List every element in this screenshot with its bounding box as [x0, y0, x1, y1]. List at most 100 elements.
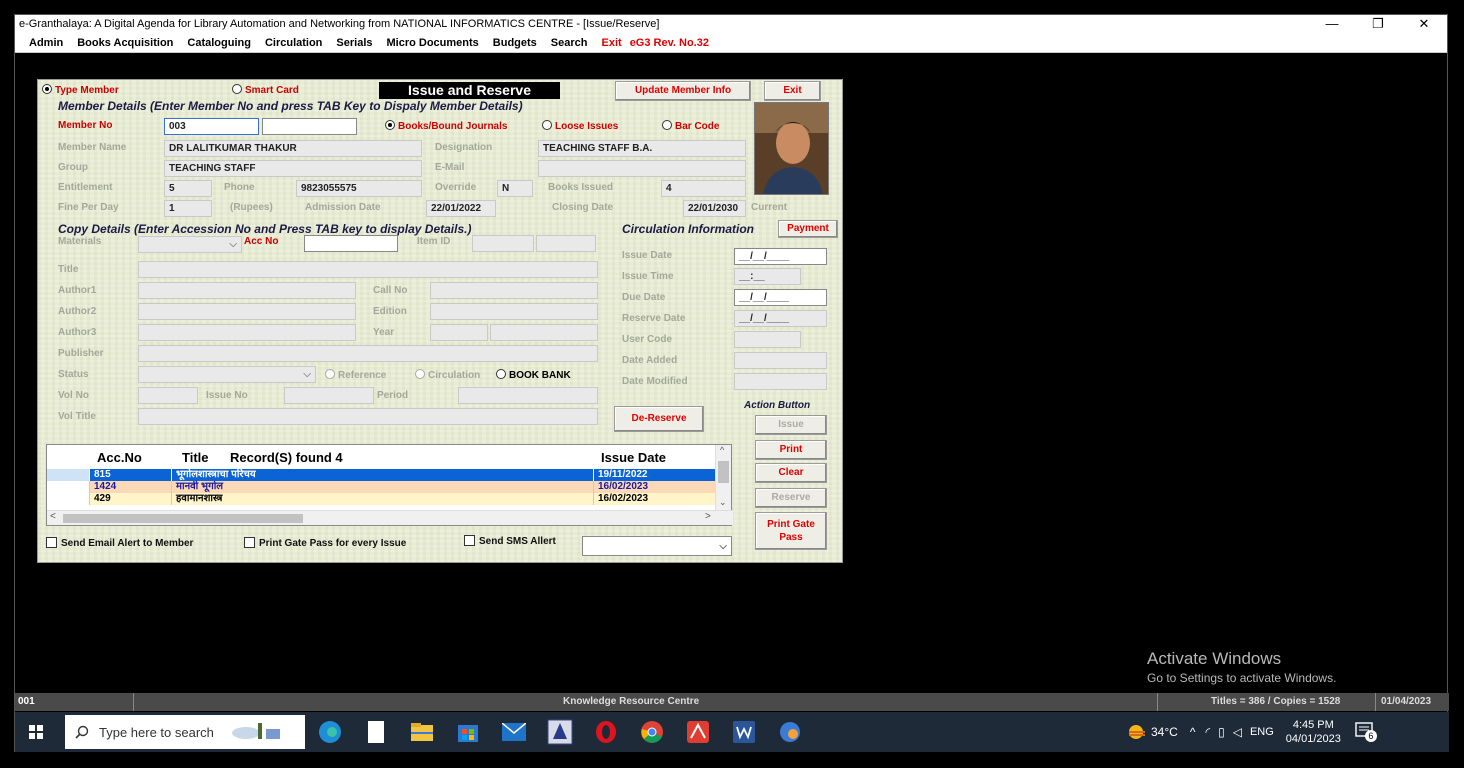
- type-member-option[interactable]: Type Member: [42, 84, 119, 96]
- minimize-button[interactable]: —: [1309, 15, 1355, 33]
- scroll-left-icon[interactable]: <: [50, 511, 56, 522]
- menu-search[interactable]: Search: [551, 37, 588, 49]
- update-member-info-button[interactable]: Update Member Info: [615, 81, 751, 101]
- weather-icon[interactable]: [1127, 723, 1147, 741]
- scroll-down-icon[interactable]: ⌄: [719, 497, 727, 508]
- sms-select[interactable]: ⌵: [582, 536, 732, 556]
- restore-button[interactable]: ❐: [1355, 15, 1401, 33]
- status-select[interactable]: ⌵: [138, 366, 316, 383]
- scroll-right-icon[interactable]: >: [705, 511, 711, 522]
- row-selector[interactable]: [47, 469, 89, 481]
- print-gate-pass-button[interactable]: Print Gate Pass: [755, 512, 827, 550]
- document-icon[interactable]: [359, 715, 393, 749]
- revision-label: eG3 Rev. No.32: [629, 36, 709, 49]
- edge-icon[interactable]: [313, 715, 347, 749]
- print-button[interactable]: Print: [755, 440, 827, 460]
- issue-time-field: __:__: [734, 268, 801, 285]
- close-button[interactable]: ✕: [1401, 15, 1447, 33]
- menu-budgets[interactable]: Budgets: [493, 37, 537, 49]
- table-row[interactable]: 1424 मानवी भूगोल 16/02/2023: [47, 481, 717, 493]
- table-row[interactable]: 815 भूगोलशास्त्राचा परिचय 19/11/2022: [47, 469, 717, 481]
- date-modified-label: Date Modified: [622, 376, 688, 387]
- reserve-button[interactable]: Reserve: [755, 488, 827, 508]
- bar-code-option[interactable]: Bar Code: [662, 120, 719, 132]
- menu-cataloguing[interactable]: Cataloguing: [187, 37, 251, 49]
- books-bound-journals-option[interactable]: Books/Bound Journals: [385, 120, 507, 132]
- due-date-input[interactable]: __/__/____: [734, 289, 827, 306]
- acrobat-icon[interactable]: [681, 715, 715, 749]
- acc-no-input[interactable]: [304, 235, 398, 252]
- app-icon[interactable]: [773, 715, 807, 749]
- exit-button[interactable]: Exit: [764, 81, 821, 101]
- checkbox-icon: [464, 535, 475, 546]
- speaker-icon[interactable]: ◁: [1233, 725, 1242, 739]
- circulation-option[interactable]: Circulation: [415, 369, 480, 381]
- scroll-thumb[interactable]: [718, 461, 729, 483]
- menu-serials[interactable]: Serials: [336, 37, 372, 49]
- menu-admin[interactable]: Admin: [29, 37, 63, 49]
- designation-field: TEACHING STAFF B.A.: [538, 140, 746, 157]
- windows-icon: [29, 725, 43, 739]
- taskbar-search-box[interactable]: Type here to search: [65, 715, 305, 749]
- language-indicator[interactable]: ENG: [1250, 726, 1274, 738]
- word-icon[interactable]: [727, 715, 761, 749]
- reference-option[interactable]: Reference: [325, 369, 386, 381]
- issue-no-label: Issue No: [206, 390, 248, 401]
- scroll-up-icon[interactable]: ^: [720, 445, 724, 455]
- payment-button[interactable]: Payment: [778, 220, 838, 238]
- chrome-icon[interactable]: [635, 715, 669, 749]
- grid-horizontal-scrollbar[interactable]: < >: [47, 510, 733, 525]
- store-icon[interactable]: [451, 715, 485, 749]
- chevron-down-icon: ⌵: [229, 239, 237, 250]
- table-row[interactable]: 429 हवामानशास्त्र 16/02/2023: [47, 493, 717, 505]
- egranthalaya-icon[interactable]: [543, 715, 577, 749]
- send-email-checkbox[interactable]: Send Email Alert to Member: [46, 537, 193, 549]
- start-button[interactable]: [19, 715, 53, 749]
- grid-vertical-scrollbar[interactable]: ^ ⌄: [715, 445, 731, 511]
- show-hidden-icons-icon[interactable]: ^: [1190, 725, 1196, 739]
- status-label: Status: [58, 369, 89, 380]
- status-titles-copies: Titles = 386 / Copies = 1528: [1211, 696, 1341, 707]
- row-title: हवामानशास्त्र: [171, 493, 593, 505]
- network-icon[interactable]: ◜: [1205, 725, 1210, 739]
- member-name-label: Member Name: [58, 142, 127, 153]
- status-date: 01/04/2023: [1381, 696, 1432, 707]
- checkbox-icon: [244, 537, 255, 548]
- print-gate-pass-checkbox[interactable]: Print Gate Pass for every Issue: [244, 537, 406, 549]
- screen: e-Granthalaya: A Digital Agenda for Libr…: [14, 14, 1456, 758]
- battery-icon[interactable]: ▯: [1218, 725, 1225, 739]
- row-title: भूगोलशास्त्राचा परिचय: [171, 469, 593, 481]
- clear-button[interactable]: Clear: [755, 463, 827, 483]
- member-no-extra-input[interactable]: [262, 118, 357, 135]
- h-scroll-thumb[interactable]: [63, 514, 303, 523]
- loose-issues-option[interactable]: Loose Issues: [542, 120, 618, 132]
- book-bank-option[interactable]: BOOK BANK: [496, 369, 571, 381]
- opera-icon[interactable]: [589, 715, 623, 749]
- menu-exit[interactable]: Exit: [602, 37, 622, 49]
- notification-icon[interactable]: 6: [1355, 722, 1377, 742]
- chevron-down-icon: ⌵: [719, 541, 727, 552]
- date-added-label: Date Added: [622, 355, 678, 366]
- menu-micro-documents[interactable]: Micro Documents: [387, 37, 479, 49]
- date-modified-field: [734, 373, 827, 390]
- member-no-input[interactable]: 003: [164, 118, 259, 135]
- menu-circulation[interactable]: Circulation: [265, 37, 322, 49]
- menu-books-acquisition[interactable]: Books Acquisition: [77, 37, 173, 49]
- author1-field: [138, 282, 356, 299]
- clock[interactable]: 4:45 PM 04/01/2023: [1286, 718, 1341, 746]
- author3-field: [138, 324, 356, 341]
- row-selector[interactable]: [47, 481, 89, 493]
- books-issued-label: Books Issued: [548, 182, 614, 193]
- clock-date: 04/01/2023: [1285, 733, 1341, 745]
- issue-date-input[interactable]: __/__/____: [734, 248, 827, 265]
- radio-icon: [415, 369, 425, 379]
- row-selector[interactable]: [47, 493, 89, 505]
- temperature[interactable]: 34°C: [1151, 725, 1178, 739]
- materials-select[interactable]: ⌵: [138, 236, 242, 253]
- smart-card-option[interactable]: Smart Card: [232, 84, 299, 96]
- file-explorer-icon[interactable]: [405, 715, 439, 749]
- de-reserve-button[interactable]: De-Reserve: [614, 406, 704, 432]
- issue-button[interactable]: Issue: [755, 415, 827, 435]
- send-sms-checkbox[interactable]: Send SMS Allert: [464, 535, 556, 547]
- mail-icon[interactable]: [497, 715, 531, 749]
